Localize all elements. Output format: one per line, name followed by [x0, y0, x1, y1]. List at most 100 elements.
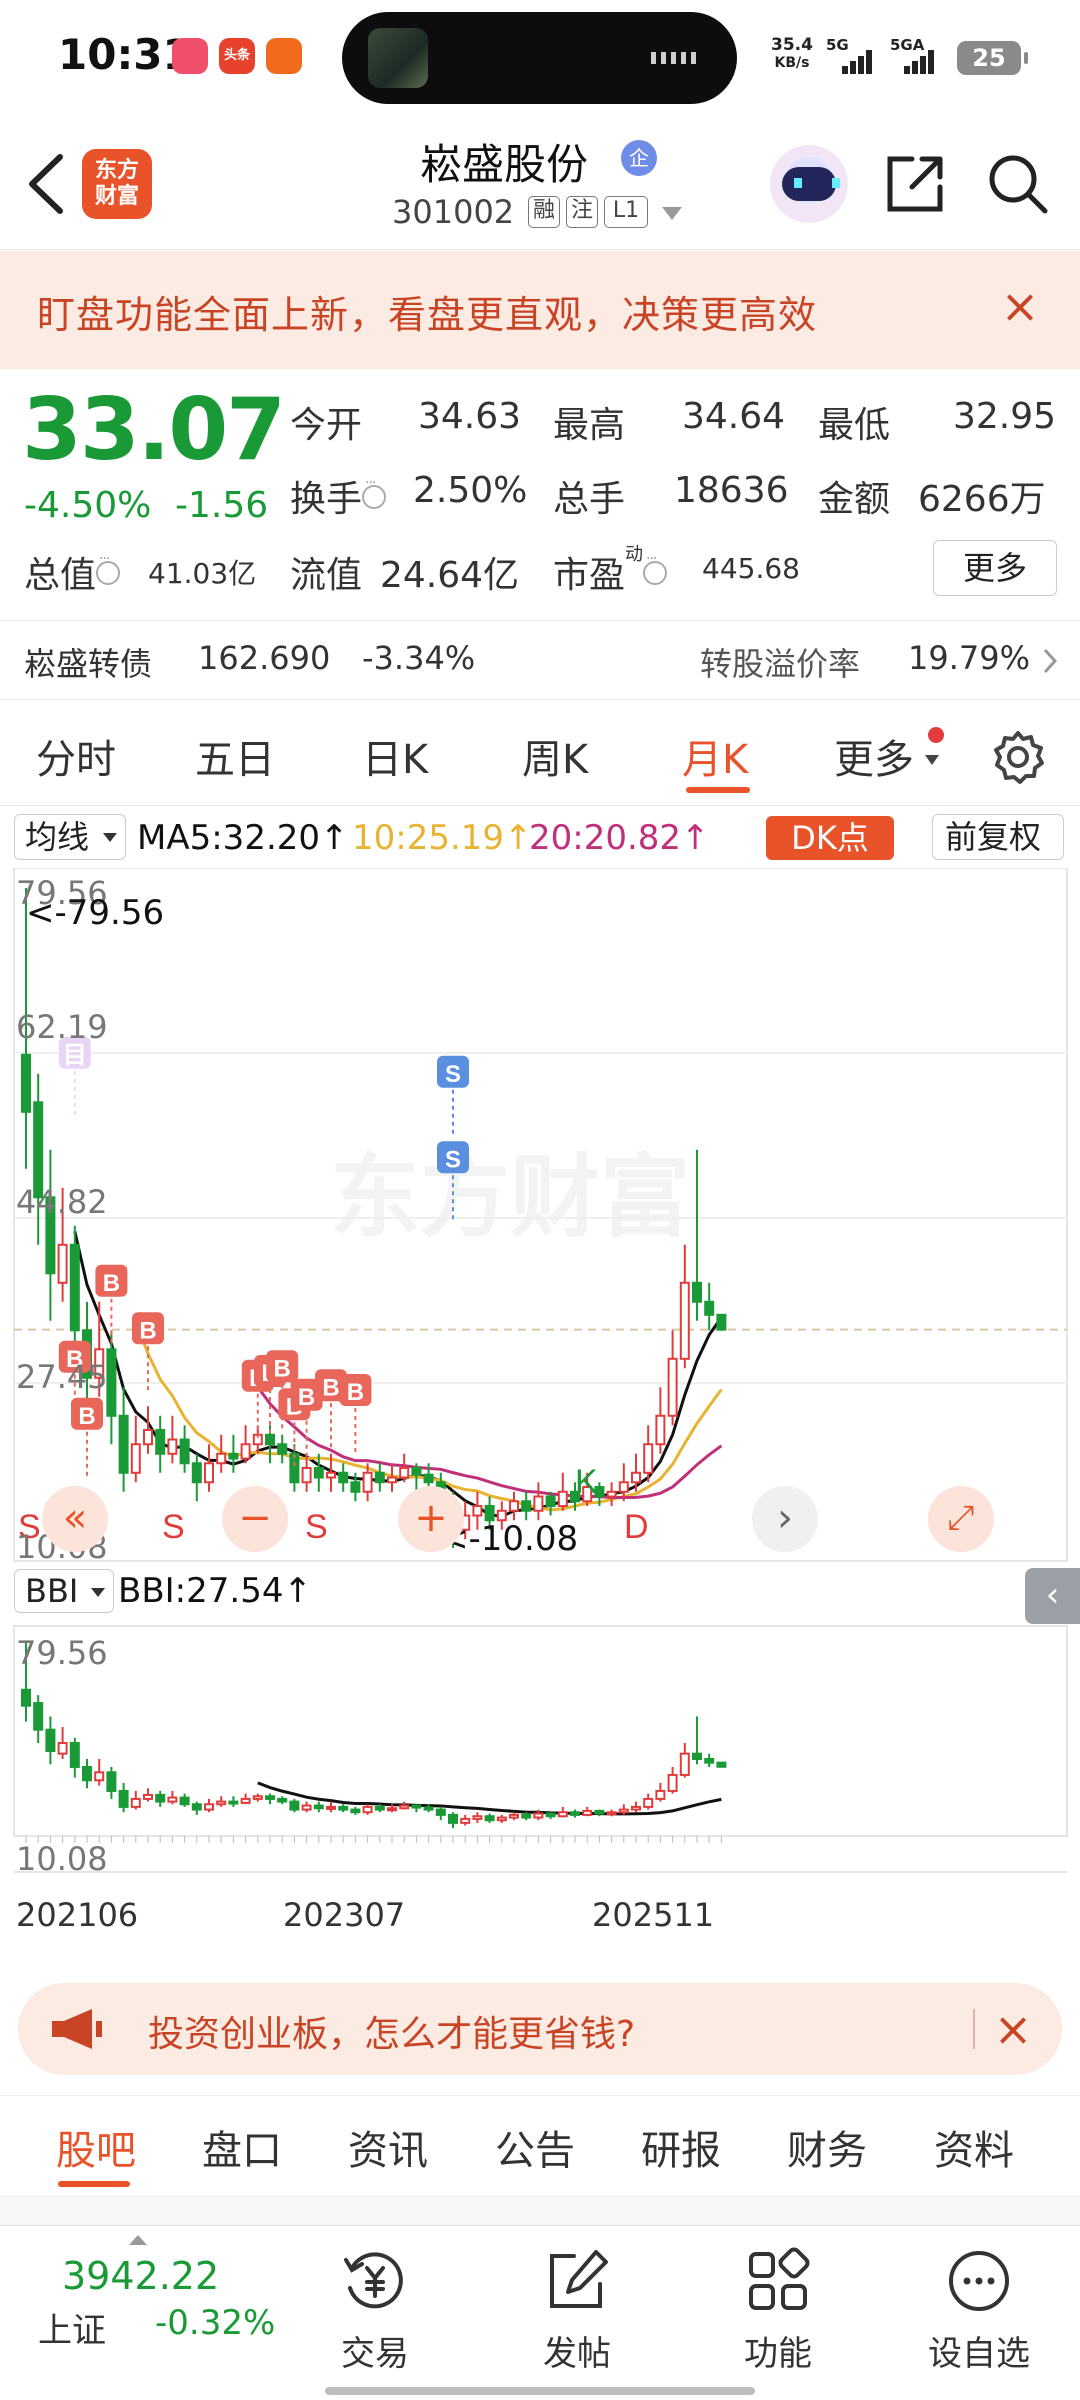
buy-marker-label: B [322, 1374, 339, 1401]
candle-body [521, 1500, 532, 1512]
sub-candle-body [704, 1757, 715, 1764]
tab-guba[interactable]: 股吧 [56, 2118, 136, 2176]
notification-dot [928, 727, 944, 743]
promo-banner[interactable]: 投资创业板，怎么才能更省钱? × [18, 1983, 1062, 2075]
bond-change: -3.34% [362, 639, 476, 677]
turnover-label[interactable]: 换手 [290, 470, 387, 522]
candle-body [472, 1505, 483, 1517]
info-icon[interactable] [362, 475, 387, 509]
media-thumbnail [368, 28, 428, 88]
registration-tag: 注 [566, 196, 598, 228]
k-signal: K [575, 1463, 598, 1501]
sub-candle-body [57, 1742, 68, 1755]
logo-text-bottom: 财富 [94, 184, 139, 209]
mktcap-label[interactable]: 总值 [24, 546, 121, 598]
tab-intraday[interactable]: 分时 [36, 727, 116, 785]
eastmoney-logo[interactable]: 东方 财富 [82, 149, 152, 219]
battery-icon: 25 [957, 41, 1028, 75]
index-value[interactable]: 3942.22 [62, 2254, 219, 2298]
sub-indicator-select[interactable]: BBI [14, 1569, 114, 1613]
buy-marker-label: B [103, 1270, 120, 1297]
tab-research[interactable]: 研报 [641, 2118, 721, 2176]
more-quote-button[interactable]: 更多 [933, 540, 1057, 596]
tab-monthly-k[interactable]: 月K [682, 727, 748, 785]
index-change[interactable]: -0.32% [155, 2303, 275, 2343]
zoom-out-button[interactable]: − [222, 1486, 288, 1552]
promo-close-icon[interactable]: × [988, 2001, 1038, 2057]
price-adjust-select[interactable]: 前复权 [932, 814, 1064, 860]
buy-marker-label: B [274, 1355, 291, 1382]
share-button[interactable] [882, 151, 948, 217]
feature-banner[interactable]: 盯盘功能全面上新，看盘更直观，决策更高效 × [0, 251, 1080, 369]
nav-add-watchlist-label: 设自选 [928, 2334, 1030, 2374]
edit-icon [550, 2250, 608, 2308]
caret-up-icon [129, 2235, 147, 2245]
fullscreen-button[interactable]: ⤢ [928, 1486, 994, 1552]
candle-body [350, 1481, 361, 1493]
search-button[interactable] [985, 151, 1051, 217]
nav-post[interactable]: 发帖 [502, 2236, 652, 2374]
premium-label: 转股溢价率 [700, 645, 861, 683]
ai-assistant-icon[interactable] [770, 145, 848, 223]
sub-select-label: BBI [25, 1572, 79, 1610]
buy-marker-label: B [298, 1384, 315, 1411]
zoom-in-button[interactable]: + [398, 1486, 464, 1552]
sub-candle-body [33, 1702, 44, 1731]
tab-weekly-k[interactable]: 周K [522, 727, 588, 785]
candle-body [191, 1462, 202, 1484]
kline-chart[interactable]: 东方财富 BBBBBBBBBBBSS目SSSKD 79.56 62.19 44.… [0, 868, 1080, 1968]
stock-header: 东方 财富 崧盛股份 企 301002 融 注 L1 [0, 115, 1080, 250]
last-price: 33.07 [22, 380, 286, 480]
dk-point-button[interactable]: DK点 [766, 816, 894, 860]
candle-body [301, 1467, 312, 1484]
scroll-right-button[interactable]: › [752, 1486, 818, 1552]
tab-financials[interactable]: 财务 [787, 2118, 867, 2176]
scroll-left-button[interactable]: « [42, 1486, 108, 1552]
settings-button[interactable] [990, 729, 1046, 785]
tab-profile[interactable]: 资料 [934, 2118, 1014, 2176]
banner-close-icon[interactable]: × [995, 281, 1045, 331]
high-value: 34.64 [682, 396, 786, 437]
ma-select[interactable]: 均线 [14, 814, 126, 860]
convertible-bond-row[interactable]: 崧盛转债 162.690 -3.34% 转股溢价率 19.79% [0, 620, 1080, 700]
tab-five-day[interactable]: 五日 [195, 727, 275, 785]
caret-down-icon [103, 833, 117, 842]
candle-body [326, 1471, 336, 1479]
sell-signal: S [162, 1508, 185, 1546]
caret-down-icon [925, 755, 939, 765]
collapse-panel-button[interactable]: ‹ [1025, 1568, 1080, 1624]
sub-candle-body [143, 1793, 153, 1800]
enterprise-badge: 企 [621, 140, 657, 176]
index-name[interactable]: 上证 [38, 2303, 106, 2352]
kline-svg[interactable]: 东方财富 BBBBBBBBBBBSS目SSSKD [0, 868, 1080, 1968]
sub-candle-body [545, 1812, 556, 1818]
tab-order-book[interactable]: 盘口 [202, 2118, 282, 2176]
nav-add-watchlist[interactable]: 设自选 [904, 2236, 1054, 2374]
axis-label: 44.82 [16, 1183, 108, 1221]
nav-functions[interactable]: 功能 [703, 2236, 853, 2374]
sub-candle-body [362, 1805, 373, 1814]
info-icon[interactable] [96, 551, 121, 585]
back-button[interactable] [22, 149, 72, 219]
candle-body [679, 1281, 690, 1360]
axis-label: 62.19 [16, 1008, 108, 1046]
tab-news[interactable]: 资讯 [348, 2118, 428, 2176]
info-icon[interactable] [643, 551, 668, 585]
tab-more[interactable]: 更多 [834, 727, 914, 785]
chevron-down-icon[interactable] [662, 207, 682, 220]
sub-candle-body [606, 1811, 617, 1816]
pe-label[interactable]: 市盈动 [553, 544, 668, 598]
home-indicator [325, 2387, 755, 2395]
candle-body [57, 1243, 68, 1284]
axis-label: 27.45 [16, 1358, 108, 1396]
tab-daily-k[interactable]: 日K [362, 727, 428, 785]
tab-announcements[interactable]: 公告 [495, 2118, 575, 2176]
candle-body [179, 1438, 190, 1465]
candle-body [509, 1500, 519, 1512]
sell-marker-label: S [445, 1146, 461, 1173]
period-tabs: 分时 五日 日K 周K 月K 更多 [0, 701, 1080, 806]
candle-body [277, 1443, 288, 1455]
dynamic-island[interactable] [342, 12, 737, 104]
nav-trade[interactable]: 交易 [300, 2236, 450, 2374]
share-icon [887, 156, 943, 212]
